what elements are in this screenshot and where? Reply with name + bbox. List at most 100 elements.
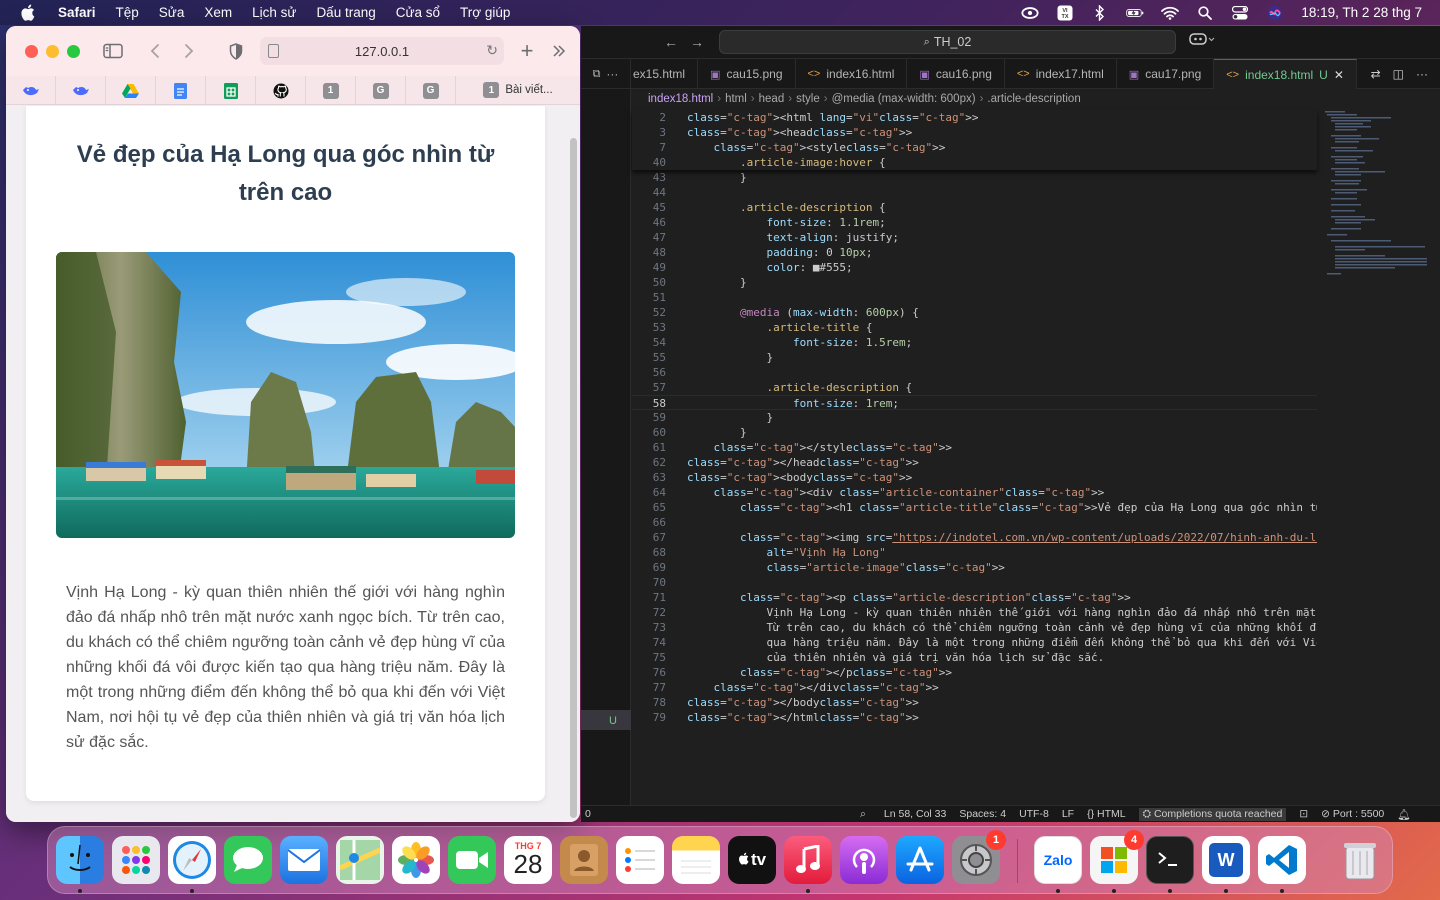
split-editor-icon[interactable]: ◫ [1393,67,1404,81]
sticky-line[interactable]: 3 class="c-tag"><headclass="c-tag">> [632,125,1317,140]
code-line[interactable]: 73 Từ trên cao, du khách có thể chiêm ng… [632,620,1317,635]
finder-icon[interactable] [56,836,104,884]
mail-icon[interactable] [280,836,328,884]
microsoft-store-icon[interactable]: 4 [1090,830,1144,884]
code-line[interactable]: 53 .article-title { [632,320,1317,335]
sticky-line[interactable]: 7 class="c-tag"><styleclass="c-tag">> [632,140,1317,155]
apple-tv-icon[interactable]: tv [728,836,776,884]
privacy-shield-icon[interactable] [226,41,246,61]
page-scrollbar[interactable] [570,138,577,818]
tab-overview-chevron-icon[interactable] [549,41,569,61]
calendar-icon[interactable]: THG 7 28 [504,836,552,884]
tab-index18[interactable]: <> index18.html U ✕ [1214,59,1357,89]
forward-icon[interactable] [179,41,199,61]
favorite-one-icon[interactable]: 1 [306,76,356,105]
status-eol[interactable]: LF [1062,808,1074,820]
code-line[interactable]: 71 class="c-tag"><p class="article-descr… [632,590,1317,605]
minimize-window-button[interactable] [46,44,59,58]
back-icon[interactable] [145,41,165,61]
address-bar[interactable]: 127.0.0.1 ↻ [260,37,504,65]
google-sheets-icon[interactable] [206,76,256,105]
siri-icon[interactable] [1266,5,1284,21]
breadcrumb-selector[interactable]: .article-description [987,93,1080,105]
copilot-icon[interactable] [1189,32,1215,49]
tab-ex15[interactable]: ex15.html [631,59,699,89]
menu-history[interactable]: Lịch sử [252,5,296,20]
tab-cau17[interactable]: ▣ cau17.png [1117,59,1215,89]
code-line[interactable]: 52 @media (max-width: 600px) { [632,305,1317,320]
code-line[interactable]: 45 .article-description { [632,200,1317,215]
spotlight-search-icon[interactable] [1196,5,1214,21]
selected-file-row[interactable] [581,710,631,730]
status-indentation[interactable]: Spaces: 4 [959,808,1006,820]
sticky-line[interactable]: 40 .article-image:hover { [632,155,1317,170]
favorite-g-2-icon[interactable]: G [406,76,456,105]
google-docs-icon[interactable] [156,76,206,105]
tab-cau16[interactable]: ▣ cau16.png [907,59,1005,89]
code-line[interactable]: 46 font-size: 1.1rem; [632,215,1317,230]
status-encoding[interactable]: UTF-8 [1019,808,1049,820]
code-line[interactable]: 60 } [632,425,1317,440]
vscode-app-icon[interactable] [1258,836,1306,884]
code-line[interactable]: 57 .article-description { [632,380,1317,395]
favorite-g-icon[interactable]: G [356,76,406,105]
code-line[interactable]: 75 của thiên nhiên và giá trị văn hóa lị… [632,650,1317,665]
tab-index17[interactable]: <> index17.html [1005,59,1117,89]
notifications-bell-icon[interactable]: 🔔︎ [1397,808,1410,821]
maps-icon[interactable] [336,836,384,884]
launchpad-icon[interactable] [112,836,160,884]
favorite-whale-2-icon[interactable] [56,76,106,105]
status-language[interactable]: {} HTML [1087,808,1126,820]
code-line[interactable]: 67 class="c-tag"><img src="https://indot… [632,530,1317,545]
more-actions-icon[interactable]: ··· [606,67,618,81]
zalo-icon[interactable]: Zalo [1034,836,1082,884]
battery-icon[interactable] [1126,5,1144,21]
terminal-icon[interactable] [1146,836,1194,884]
breadcrumb-file[interactable]: index18.html [648,93,713,105]
code-line[interactable]: 43 } [632,170,1317,185]
breadcrumb-style[interactable]: style [796,93,820,105]
code-line[interactable]: 58 font-size: 1rem; [632,395,1317,410]
nav-forward-icon[interactable]: → [690,34,704,50]
editor-more-icon[interactable]: ··· [1416,67,1428,81]
code-line[interactable]: 66 [632,515,1317,530]
status-search-icon[interactable]: ⌕ [860,808,866,821]
breadcrumb-html[interactable]: html [725,93,747,105]
status-copilot[interactable]: ⛭ Completions quota reached [1138,807,1287,821]
menu-file[interactable]: Tệp [116,5,139,20]
code-line[interactable]: 63 class="c-tag"><bodyclass="c-tag">> [632,470,1317,485]
menu-edit[interactable]: Sửa [159,5,185,20]
sidebar-toggle-icon[interactable] [103,41,123,61]
bluetooth-icon[interactable] [1091,4,1109,21]
contacts-icon[interactable] [560,836,608,884]
wifi-icon[interactable] [1161,5,1180,21]
compare-changes-icon[interactable]: ⇄ [1371,67,1381,81]
menu-window[interactable]: Cửa sổ [396,5,440,20]
code-line[interactable]: 79 class="c-tag"></htmlclass="c-tag">> [632,710,1317,725]
code-line[interactable]: 50 } [632,275,1317,290]
menu-bookmarks[interactable]: Dấu trang [316,5,375,20]
code-line[interactable]: 64 class="c-tag"><div class="article-con… [632,485,1317,500]
github-icon[interactable] [256,76,306,105]
code-line[interactable]: 59 } [632,410,1317,425]
input-source-icon[interactable]: VI TX [1056,5,1074,21]
close-tab-icon[interactable]: ✕ [1334,68,1344,82]
menu-clock[interactable]: 18:19, Th 2 28 thg 7 [1301,5,1422,20]
status-problems[interactable]: 0 [585,808,847,820]
code-line[interactable]: 76 class="c-tag"></pclass="c-tag">> [632,665,1317,680]
close-window-button[interactable] [25,44,38,58]
command-center-search[interactable]: ⌕ TH_02 [719,30,1176,54]
trash-icon[interactable] [1336,836,1384,884]
code-line[interactable]: 47 text-align: justify; [632,230,1317,245]
web-content[interactable]: Vẻ đẹp của Hạ Long qua góc nhìn từ trên … [6,106,580,822]
new-tab-icon[interactable]: + [517,38,537,63]
reload-icon[interactable]: ↻ [486,42,498,59]
sticky-scroll-header[interactable]: 2 class="c-tag"><html lang="vi"class="c-t… [632,110,1317,170]
creative-cloud-icon[interactable] [1021,5,1039,21]
menu-view[interactable]: Xem [204,5,232,20]
control-center-icon[interactable] [1231,5,1249,21]
nav-back-icon[interactable]: ← [664,34,678,50]
music-icon[interactable] [784,836,832,884]
system-settings-icon[interactable]: 1 [952,830,1006,884]
menu-app-name[interactable]: Safari [58,5,96,20]
